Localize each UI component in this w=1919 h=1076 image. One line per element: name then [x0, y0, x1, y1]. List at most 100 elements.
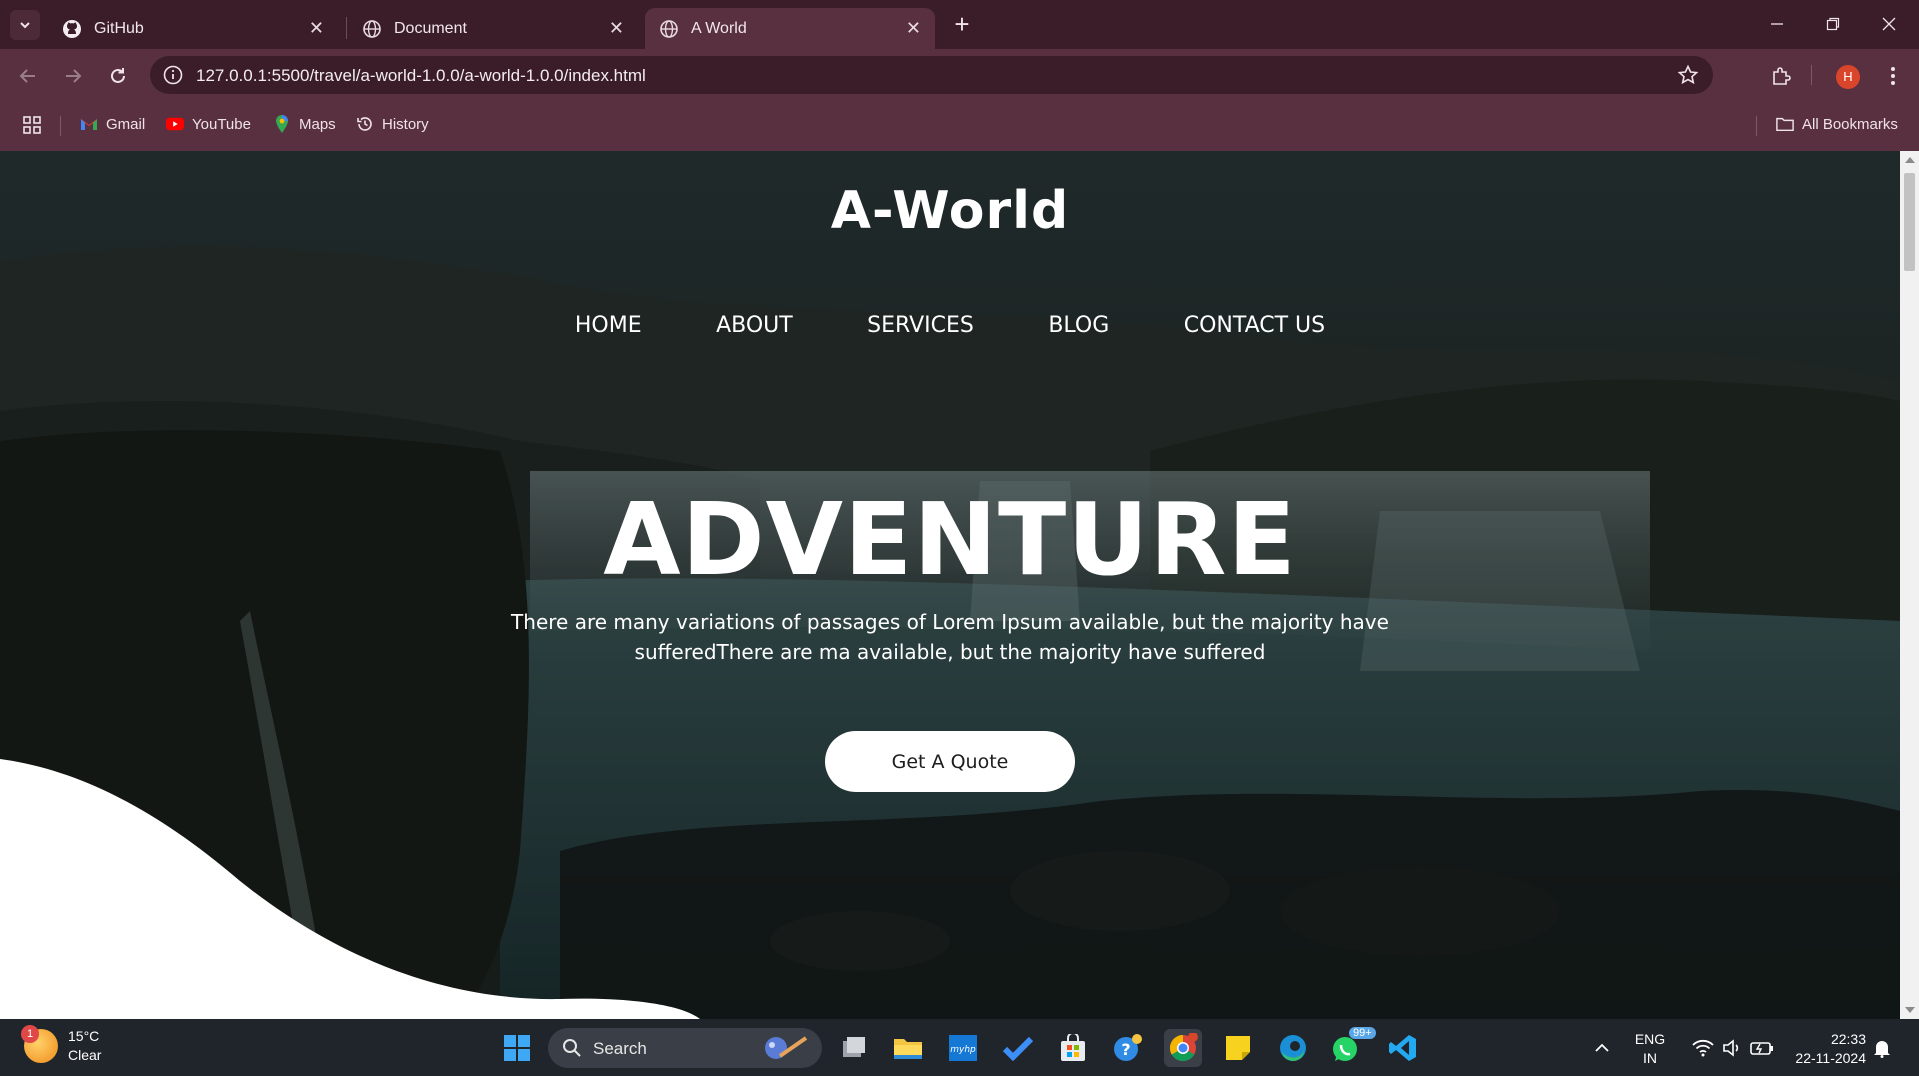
myhp-icon: myhp [949, 1035, 977, 1061]
extensions-button[interactable] [1766, 61, 1796, 91]
restore-button[interactable] [1808, 8, 1858, 40]
close-icon[interactable]: ✕ [609, 18, 624, 39]
bell-icon [1874, 1041, 1890, 1058]
apps-button[interactable] [22, 115, 42, 135]
site-info-icon[interactable] [162, 64, 184, 86]
vscode-button[interactable] [1384, 1029, 1422, 1067]
folder-icon [1776, 115, 1794, 133]
myhp-button[interactable]: myhp [944, 1029, 982, 1067]
toolbar-divider [1811, 65, 1812, 85]
tab-title: A World [691, 19, 747, 37]
show-hidden-icons-button[interactable] [1583, 1029, 1621, 1067]
weather-widget[interactable]: 1 15°C Clear [21, 1025, 101, 1065]
chrome-button[interactable] [1164, 1029, 1202, 1067]
tab-strip: GitHub ✕ Document ✕ A World ✕ + [0, 0, 1919, 49]
whatsapp-button[interactable]: 99+ [1329, 1027, 1376, 1067]
store-bag-icon [1061, 1034, 1085, 1061]
page-viewport: A-World HOME ABOUT SERVICES BLOG CONTACT… [0, 151, 1900, 1019]
taskbar-search[interactable]: Search [548, 1028, 822, 1068]
forward-button[interactable] [58, 61, 88, 91]
nav-services[interactable]: SERVICES [867, 313, 974, 338]
bookmark-youtube[interactable]: YouTube [166, 115, 251, 133]
edge-button[interactable] [1274, 1029, 1312, 1067]
minimize-button[interactable] [1752, 8, 1802, 40]
search-highlight-icon [765, 1036, 808, 1059]
arrow-right-icon [66, 69, 82, 83]
notifications-button[interactable] [1867, 1029, 1897, 1067]
quick-settings-button[interactable] [1678, 1029, 1788, 1067]
language-indicator[interactable]: ENG IN [1622, 1030, 1678, 1068]
file-explorer-button[interactable] [889, 1029, 927, 1067]
minimize-icon [1771, 23, 1783, 25]
speaker-icon [1723, 1039, 1739, 1057]
scroll-down-arrow[interactable] [1905, 1007, 1915, 1013]
nav-contact-us[interactable]: CONTACT US [1184, 313, 1325, 338]
github-icon [63, 19, 81, 38]
close-window-button[interactable] [1864, 8, 1914, 40]
maps-icon [273, 115, 291, 133]
tab-github[interactable]: GitHub ✕ [48, 8, 338, 49]
browser-toolbar: 127.0.0.1:5500/travel/a-world-1.0.0/a-wo… [0, 49, 1919, 101]
site-logo[interactable]: A-World [0, 181, 1900, 241]
task-view-button[interactable] [835, 1029, 873, 1067]
todo-button[interactable] [999, 1029, 1037, 1067]
puzzle-icon [1773, 67, 1791, 85]
sticky-notes-button[interactable] [1219, 1029, 1257, 1067]
bookmark-history[interactable]: History [356, 115, 429, 133]
region-code: IN [1643, 1050, 1657, 1066]
close-icon[interactable]: ✕ [906, 18, 921, 39]
clock[interactable]: 22:33 22-11-2024 [1782, 1030, 1866, 1068]
chevron-down-icon [20, 22, 30, 29]
menu-button[interactable] [1878, 61, 1908, 91]
tab-search-button[interactable] [10, 10, 40, 40]
bookmark-label: Gmail [106, 115, 146, 133]
more-vertical-icon [1891, 67, 1895, 85]
main-nav: HOME ABOUT SERVICES BLOG CONTACT US [0, 313, 1900, 338]
bookmark-maps[interactable]: Maps [273, 115, 336, 133]
star-icon[interactable] [1677, 64, 1699, 86]
language-code: ENG [1634, 1031, 1666, 1047]
youtube-icon [166, 115, 184, 133]
microsoft-store-button[interactable] [1054, 1029, 1092, 1067]
checkmark-icon [1003, 1036, 1033, 1061]
scrollbar-thumb[interactable] [1904, 173, 1915, 271]
hero-description-line: There are many variations of passages of… [511, 610, 1389, 634]
tab-divider [346, 17, 347, 39]
gmail-icon [80, 115, 98, 133]
tab-a-world[interactable]: A World ✕ [645, 8, 935, 49]
get-a-quote-button[interactable]: Get A Quote [825, 731, 1075, 792]
bookmark-gmail[interactable]: Gmail [80, 115, 145, 133]
nav-home[interactable]: HOME [575, 313, 642, 338]
profile-avatar[interactable]: H [1836, 65, 1860, 89]
clock-date: 22-11-2024 [1795, 1050, 1866, 1066]
svg-text:?: ? [1121, 1040, 1130, 1059]
nav-blog[interactable]: BLOG [1048, 313, 1109, 338]
apps-grid-icon [23, 116, 41, 134]
start-button[interactable] [498, 1029, 536, 1067]
tab-document[interactable]: Document ✕ [348, 8, 638, 49]
all-bookmarks-button[interactable]: All Bookmarks [1776, 115, 1898, 133]
weather-badge: 1 [21, 1025, 39, 1043]
nav-about[interactable]: ABOUT [716, 313, 793, 338]
help-button[interactable]: ? [1109, 1029, 1147, 1067]
close-icon [1882, 17, 1896, 31]
windows-taskbar: 1 15°C Clear Search myhp ? 99+ ENG IN 22… [0, 1019, 1919, 1076]
wifi-icon [1692, 1039, 1714, 1057]
bookmarks-bar: Gmail YouTube Maps History All Bookmarks [0, 101, 1919, 151]
url-text: 127.0.0.1:5500/travel/a-world-1.0.0/a-wo… [196, 66, 646, 85]
address-bar[interactable]: 127.0.0.1:5500/travel/a-world-1.0.0/a-wo… [150, 56, 1713, 94]
close-icon[interactable]: ✕ [309, 18, 324, 39]
bookmark-label: YouTube [192, 115, 251, 133]
reload-button[interactable] [103, 61, 133, 91]
weather-sun-icon: 1 [21, 1025, 58, 1063]
bookmarks-divider [60, 116, 61, 136]
back-button[interactable] [13, 61, 43, 91]
vscode-icon [1389, 1035, 1416, 1061]
tab-title: GitHub [94, 19, 144, 37]
sticky-note-icon [1226, 1036, 1250, 1060]
page-scrollbar[interactable] [1900, 151, 1919, 1019]
new-tab-button[interactable]: + [947, 10, 977, 40]
search-icon [563, 1039, 581, 1057]
globe-icon [660, 19, 678, 38]
scroll-up-arrow[interactable] [1905, 157, 1915, 163]
